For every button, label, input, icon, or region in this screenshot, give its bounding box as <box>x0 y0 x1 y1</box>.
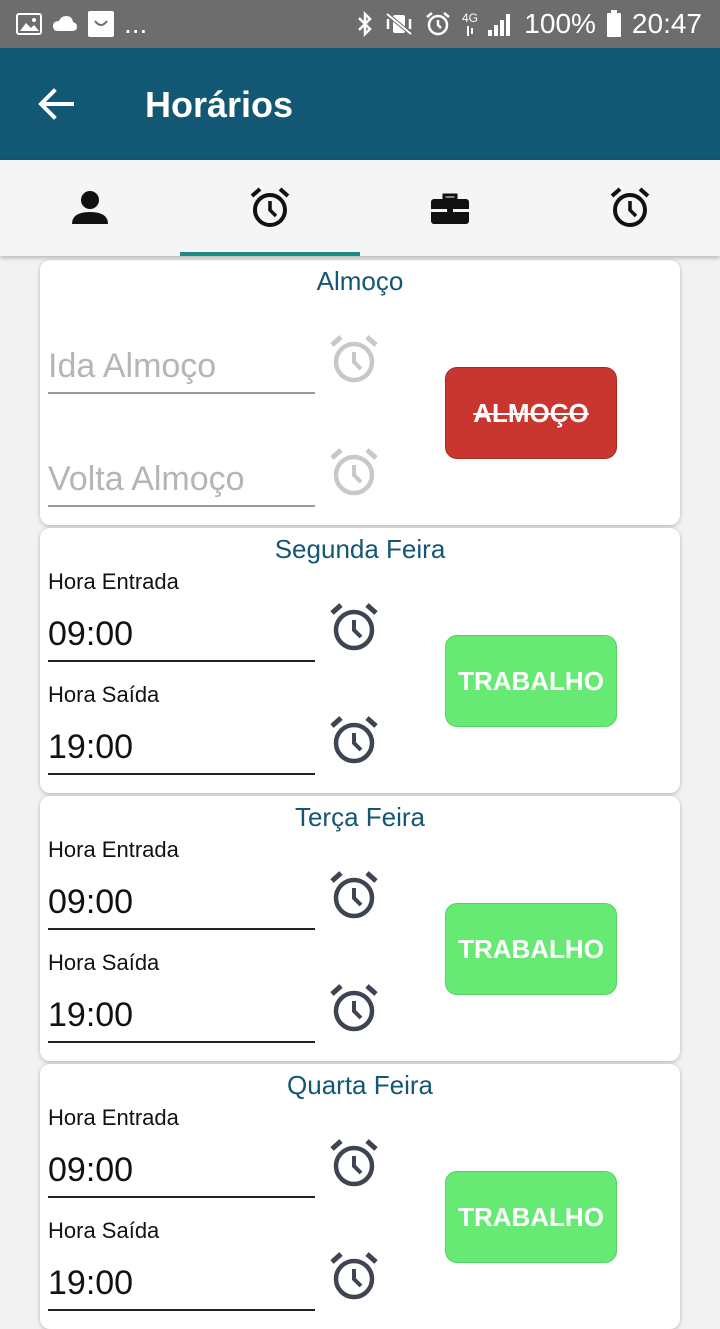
day-title: Segunda Feira <box>274 534 446 564</box>
work-toggle-button[interactable]: TRABALHO <box>445 635 617 727</box>
end-clock-icon[interactable] <box>328 715 380 767</box>
lunch-start-clock-icon[interactable] <box>328 334 380 386</box>
tab-bar <box>0 160 720 256</box>
person-icon <box>72 191 108 224</box>
battery-icon <box>606 10 621 37</box>
end-label: Hora Saída <box>48 682 160 707</box>
end-time-input[interactable]: 19:00 <box>48 995 315 1043</box>
tab-work[interactable] <box>360 160 540 256</box>
tab-schedule[interactable] <box>180 160 360 256</box>
tab-indicator <box>180 252 360 256</box>
lunch-toggle-button[interactable]: ALMOÇO <box>445 367 617 459</box>
status-bar: ... 4G 100% 20:47 <box>0 0 720 48</box>
start-clock-icon[interactable] <box>328 870 380 922</box>
lunch-end-clock-icon[interactable] <box>328 447 380 499</box>
signal-4g-icon: 4G <box>462 11 511 36</box>
lunch-end-input[interactable]: Volta Almoço <box>48 459 315 507</box>
cloud-icon <box>53 16 77 31</box>
lunch-card: Almoço Ida Almoço Volta Almoço ALMOÇO <box>40 260 680 525</box>
start-clock-icon[interactable] <box>328 1138 380 1190</box>
end-label: Hora Saída <box>48 1218 160 1243</box>
work-toggle-button[interactable]: TRABALHO <box>445 903 617 995</box>
end-clock-icon[interactable] <box>328 1251 380 1303</box>
work-toggle-button[interactable]: TRABALHO <box>445 1171 617 1263</box>
back-arrow-icon[interactable] <box>34 82 78 126</box>
image-icon <box>16 13 42 35</box>
smile-notification-icon <box>88 11 114 37</box>
vibrate-mute-icon <box>386 12 413 36</box>
alarm-clock-icon <box>610 187 650 227</box>
start-label: Hora Entrada <box>48 569 179 594</box>
day-title: Terça Feira <box>294 802 426 832</box>
status-time: 20:47 <box>631 8 702 39</box>
tab-alarm[interactable] <box>540 160 720 256</box>
day-card-wednesday: Quarta Feira Hora Entrada 09:00 Hora Saí… <box>40 1064 680 1329</box>
battery-percent: 100% <box>524 8 596 39</box>
day-card-tuesday: Terça Feira Hora Entrada 09:00 Hora Saíd… <box>40 796 680 1061</box>
start-clock-icon[interactable] <box>328 602 380 654</box>
lunch-card-title: Almoço <box>316 266 404 296</box>
start-label: Hora Entrada <box>48 1105 179 1130</box>
alarm-clock-icon <box>250 187 290 227</box>
end-clock-icon[interactable] <box>328 983 380 1035</box>
briefcase-icon <box>431 193 469 224</box>
start-time-input[interactable]: 09:00 <box>48 882 315 930</box>
end-time-input[interactable]: 19:00 <box>48 1263 315 1311</box>
end-label: Hora Saída <box>48 950 160 975</box>
svg-text:4G: 4G <box>462 11 478 25</box>
app-bar: Horários <box>0 48 720 160</box>
day-card-monday: Segunda Feira Hora Entrada 09:00 Hora Sa… <box>40 528 680 793</box>
start-time-input[interactable]: 09:00 <box>48 614 315 662</box>
lunch-start-input[interactable]: Ida Almoço <box>48 346 315 394</box>
day-title: Quarta Feira <box>287 1070 433 1100</box>
bluetooth-icon <box>358 11 373 37</box>
tab-profile[interactable] <box>0 160 180 256</box>
start-label: Hora Entrada <box>48 837 179 862</box>
page-title: Horários <box>145 84 294 125</box>
status-more: ... <box>124 8 148 39</box>
start-time-input[interactable]: 09:00 <box>48 1150 315 1198</box>
end-time-input[interactable]: 19:00 <box>48 727 315 775</box>
alarm-status-icon <box>426 12 451 36</box>
